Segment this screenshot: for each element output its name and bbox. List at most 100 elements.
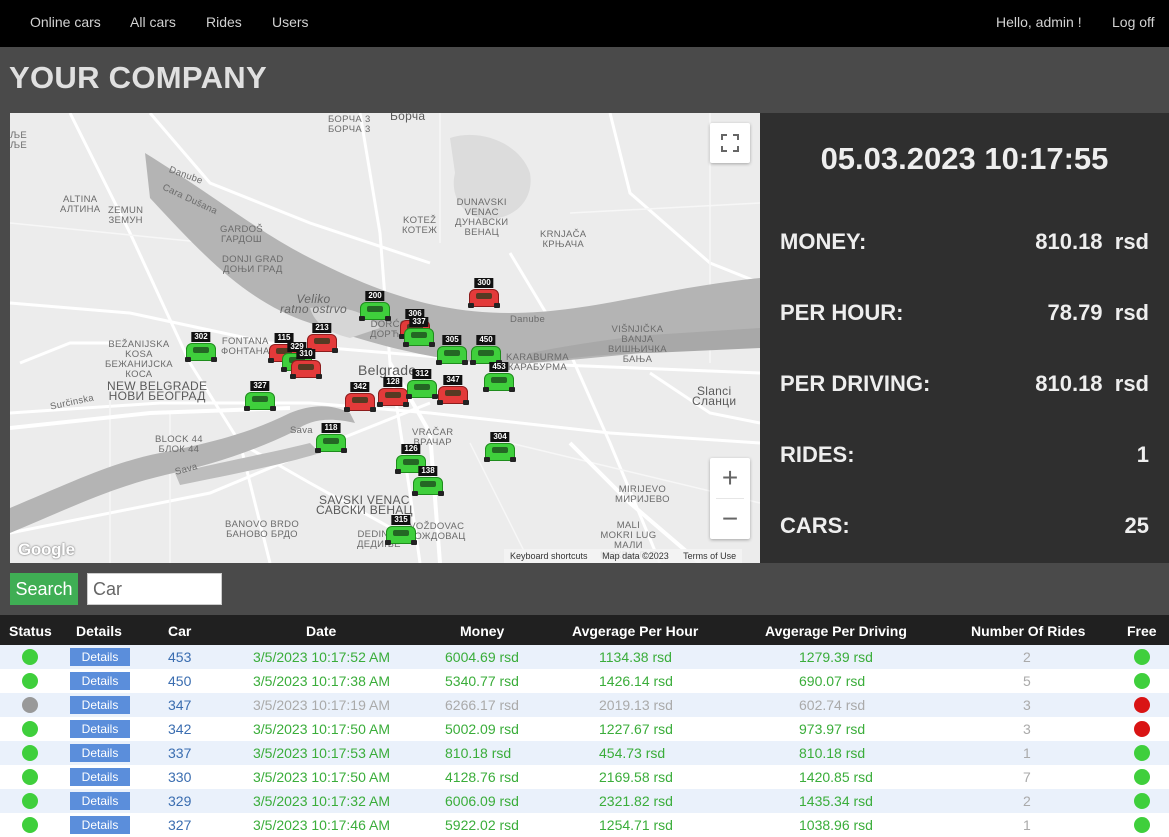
fullscreen-icon [721,134,739,152]
details-button[interactable]: Details [70,672,130,690]
car-icon [385,526,417,545]
cell-money: 4128.76 rsd [445,769,519,785]
nav-users[interactable]: Users [272,14,309,30]
cell-car: 347 [168,697,192,713]
car-marker-304[interactable]: 304 [484,432,516,464]
details-button[interactable]: Details [70,768,130,786]
table-header: Status Details Car Date Money Avgerage P… [0,615,1169,645]
cell-avg-per-hour: 2321.82 rsd [599,793,673,809]
car-marker-138[interactable]: 138 [412,466,444,498]
header-avg-per-driving[interactable]: Avgerage Per Driving [765,623,907,639]
car-icon [403,328,435,347]
table-row: Details 450 3/5/2023 10:17:38 AM 5340.77 rs… [0,669,1169,693]
cell-avg-per-driving: 1435.34 rsd [799,793,873,809]
table-row: Details 329 3/5/2023 10:17:32 AM 6006.09 rs… [0,789,1169,813]
cell-avg-per-driving: 1279.39 rsd [799,649,873,665]
car-search-input[interactable] [87,573,222,605]
header-details[interactable]: Details [76,623,122,639]
car-icon [484,443,516,462]
terms-link[interactable]: Terms of Use [683,551,736,561]
cell-date: 3/5/2023 10:17:46 AM [253,817,390,833]
car-marker-347[interactable]: 347 [437,375,469,407]
details-button[interactable]: Details [70,648,130,666]
logoff-link[interactable]: Log off [1112,14,1155,30]
stat-per-hour: PER HOUR: 78.79 rsd [780,300,1149,330]
car-marker-453[interactable]: 453 [483,362,515,394]
map-label-block-44: BLOCK 44 БЛОК 44 [155,434,203,455]
car-marker-302[interactable]: 302 [185,332,217,364]
header-avg-per-hour[interactable]: Avgerage Per Hour [572,623,698,639]
car-marker-200[interactable]: 200 [359,291,391,323]
cell-number-of-rides: 3 [1023,697,1031,713]
car-marker-label: 118 [321,423,341,433]
car-marker-312[interactable]: 312 [406,369,438,401]
car-marker-337[interactable]: 337 [403,317,435,349]
details-button[interactable]: Details [70,744,130,762]
cars-table: Status Details Car Date Money Avgerage P… [0,615,1169,837]
zoom-in-button[interactable]: + [710,458,750,498]
cell-number-of-rides: 3 [1023,721,1031,737]
table-row: Details 327 3/5/2023 10:17:46 AM 5922.02 rs… [0,813,1169,837]
free-indicator [1134,817,1150,833]
cell-car: 342 [168,721,192,737]
stats-panel: 05.03.2023 10:17:55 MONEY: 810.18 rsd PE… [760,113,1169,563]
free-indicator [1134,697,1150,713]
car-marker-310[interactable]: 310 [290,349,322,381]
car-icon [290,360,322,379]
map-label-karaburma: KARABURMA КАРАБУРМА [506,352,569,373]
search-button[interactable]: Search [10,573,78,605]
cell-car: 330 [168,769,192,785]
car-marker-300[interactable]: 300 [468,278,500,310]
map-label-mirijevo: MIRIJEVO МИРИЈЕВО [615,484,670,505]
details-button[interactable]: Details [70,720,130,738]
header-car[interactable]: Car [168,623,191,639]
map-label-donji-grad: DONJI GRAD ДОЊИ ГРАД [222,254,284,275]
stat-cars-label: CARS: [780,513,850,538]
stat-per-driving-label: PER DRIVING: [780,371,931,396]
car-marker-label: 450 [476,335,496,345]
nav-all-cars[interactable]: All cars [130,14,176,30]
keyboard-shortcuts-link[interactable]: Keyboard shortcuts [510,551,588,561]
stat-cars-value: 25 [1124,513,1149,538]
header-date[interactable]: Date [306,623,336,639]
car-marker-342[interactable]: 342 [344,382,376,414]
header-status[interactable]: Status [9,623,52,639]
header-free[interactable]: Free [1127,623,1157,639]
car-marker-label: 126 [401,444,421,454]
stat-per-hour-value: 78.79 rsd [1047,300,1149,325]
fullscreen-button[interactable] [710,123,750,163]
details-button[interactable]: Details [70,816,130,834]
car-marker-315[interactable]: 315 [385,515,417,547]
stat-per-hour-label: PER HOUR: [780,300,904,325]
car-marker-327[interactable]: 327 [244,381,276,413]
free-indicator [1134,673,1150,689]
zoom-out-button[interactable]: − [710,499,750,539]
status-indicator [22,721,38,737]
cell-number-of-rides: 2 [1023,793,1031,809]
zoom-controls: + − [710,458,750,539]
cell-car: 450 [168,673,192,689]
car-marker-label: 200 [365,291,385,301]
greeting-text[interactable]: Hello, admin ! [996,14,1082,30]
car-marker-label: 347 [443,375,463,385]
header-number-of-rides[interactable]: Number Of Rides [971,623,1085,639]
car-icon [437,386,469,405]
free-indicator [1134,745,1150,761]
map-view[interactable]: БОРЧА 3 БОРЧА 3 Борча ЉЕ ЉЕ Danube Cara Du… [10,113,760,563]
nav-rides[interactable]: Rides [206,14,242,30]
car-marker-118[interactable]: 118 [315,423,347,455]
car-icon [436,346,468,365]
nav-online-cars[interactable]: Online cars [30,14,101,30]
details-button[interactable]: Details [70,696,130,714]
stat-money-label: MONEY: [780,229,867,254]
car-marker-label: 337 [409,317,429,327]
car-marker-128[interactable]: 128 [377,377,409,409]
current-datetime: 05.03.2023 10:17:55 [820,141,1109,176]
cell-date: 3/5/2023 10:17:50 AM [253,721,390,737]
cell-number-of-rides: 1 [1023,817,1031,833]
car-marker-label: 213 [312,323,332,333]
header-money[interactable]: Money [460,623,504,639]
map-label-veliko-ratno-ostrvo: Veliko ratno ostrvo [280,292,347,316]
car-marker-305[interactable]: 305 [436,335,468,367]
details-button[interactable]: Details [70,792,130,810]
